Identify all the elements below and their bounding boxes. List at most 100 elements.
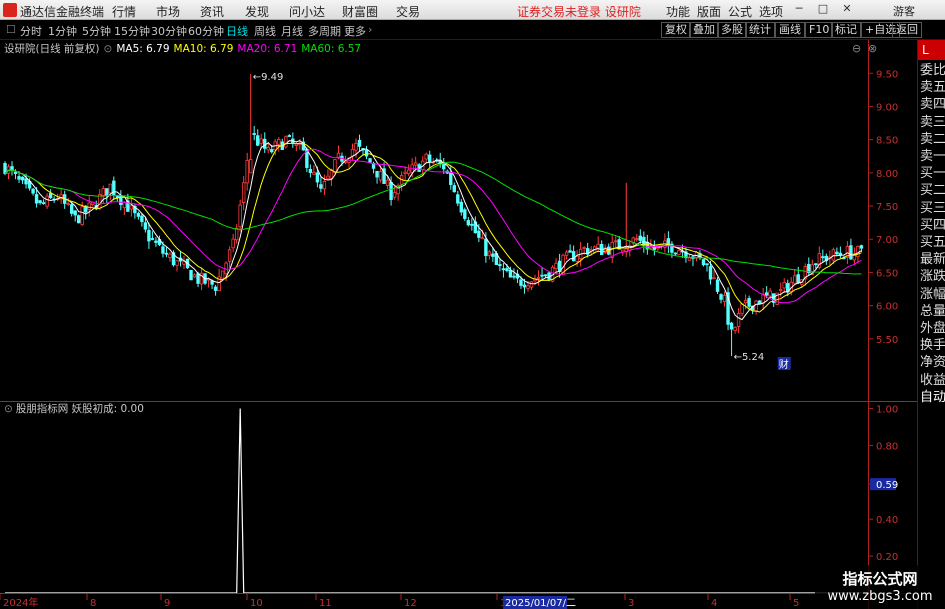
candle [722, 291, 727, 307]
mark-button[interactable]: 标记 [831, 22, 861, 38]
statistics-button[interactable]: 统计 [745, 22, 775, 38]
watermark-url: www.zbgs3.com [827, 589, 933, 604]
settings-icon[interactable]: ⊙ [104, 43, 113, 55]
adjust-button[interactable]: 复权 [661, 22, 691, 38]
candle [217, 269, 221, 292]
panel-item[interactable]: 总量 [920, 303, 945, 320]
panel-item[interactable]: 卖一 [920, 148, 945, 165]
date-axis-label: 4 [711, 598, 717, 609]
candle [122, 201, 127, 216]
chevron-right-icon[interactable]: › [368, 23, 372, 36]
period-multi[interactable]: 多周期 [308, 23, 341, 39]
svg-text:⊙股朋指标网 妖股初成: 0.00: ⊙ 股朋指标网 妖股初成: 0.00 [4, 402, 144, 415]
menu-layout[interactable]: 版面 [697, 3, 721, 20]
restore-icon[interactable]: □ [816, 2, 830, 16]
candle [807, 257, 811, 277]
candle [168, 251, 172, 262]
candle [48, 189, 53, 199]
app-name: 通达信金融终端 [20, 5, 105, 19]
ma10-line [4, 142, 862, 313]
panel-item[interactable]: 净资 [920, 354, 945, 371]
candle [10, 161, 14, 176]
panel-item[interactable]: 收益 [920, 372, 945, 389]
panel-item[interactable]: 自动 [920, 389, 945, 406]
user-label[interactable]: 游客 [893, 3, 915, 19]
candle [59, 187, 63, 204]
overlay-button[interactable]: 叠加 [689, 22, 719, 38]
extreme-price-label: ←5.24 [734, 352, 765, 363]
close-icon[interactable]: ✕ [840, 2, 854, 16]
candle [213, 284, 218, 296]
panel-item[interactable]: 最新 [920, 251, 945, 268]
menu-trade[interactable]: 交易 [396, 3, 420, 20]
period-daily[interactable]: 日线 [226, 23, 248, 39]
period-30min[interactable]: 30分钟 [151, 23, 187, 39]
multi-stock-button[interactable]: 多股 [717, 22, 747, 38]
candle [543, 274, 548, 278]
candle [736, 308, 741, 333]
period-60min[interactable]: 60分钟 [188, 23, 224, 39]
panel-item[interactable]: 买一 [920, 165, 945, 182]
period-monthly[interactable]: 月线 [281, 23, 303, 39]
candle [585, 242, 590, 258]
candle [192, 273, 197, 278]
panel-item[interactable]: 换手 [920, 337, 945, 354]
panel-item[interactable]: 买四 [920, 217, 945, 234]
menu-market-quotes[interactable]: 行情 [112, 3, 136, 20]
panel-item[interactable]: 外盘 [920, 320, 945, 337]
panel-item[interactable]: 卖二 [920, 131, 945, 148]
panel-item[interactable]: 卖三 [920, 114, 945, 131]
candle [424, 152, 428, 164]
menu-ask[interactable]: 问小达 [289, 3, 325, 20]
panel-item[interactable]: 涨幅 [920, 286, 945, 303]
candle [164, 247, 169, 258]
panel-item[interactable]: 委比 [920, 62, 945, 79]
ma-legend-ma20: MA20: 6.71 [237, 43, 297, 55]
stock-chart[interactable]: 9.50 9.00 8.50 8.00 7.50 7.00 6.50 6.00 5.50 1.00… [0, 40, 917, 609]
period-1min[interactable]: 1分钟 [48, 23, 77, 39]
panel-item[interactable]: 卖五 [920, 79, 945, 96]
panel-item[interactable]: 买五 [920, 234, 945, 251]
f10-button[interactable]: F10 [805, 22, 834, 38]
zoom-icon[interactable]: ⊖ [852, 42, 861, 55]
draw-line-button[interactable]: 画线 [775, 22, 805, 38]
period-tick[interactable]: 分时 [20, 23, 42, 39]
price-tick-label: 8.00 [876, 169, 898, 180]
period-more[interactable]: 更多 [344, 23, 366, 39]
finance-report-marker[interactable]: 财 [779, 358, 789, 371]
candle [248, 73, 253, 174]
candle [838, 246, 843, 259]
panel-header[interactable]: L [918, 40, 945, 60]
candle [754, 299, 758, 315]
menu-formula[interactable]: 公式 [728, 3, 752, 20]
back-button[interactable]: 返回 [892, 22, 922, 38]
login-notice[interactable]: 证券交易未登录 设研院 [517, 3, 641, 20]
checkbox-icon[interactable]: ☐ [6, 23, 16, 36]
panel-item[interactable]: 涨跌 [920, 268, 945, 285]
price-tick-label: 9.00 [876, 102, 898, 113]
menu-options[interactable]: 选项 [759, 3, 783, 20]
candle [452, 182, 456, 193]
period-weekly[interactable]: 周线 [254, 23, 276, 39]
menu-news[interactable]: 资讯 [200, 3, 224, 20]
date-axis-label: 2024年 [3, 596, 38, 609]
indicator-settings-icon[interactable]: ⊙ [4, 403, 13, 415]
close-chart-icon[interactable]: ⊗ [868, 42, 877, 55]
indicator-tick-label: 0.80 [876, 441, 898, 452]
menu-market[interactable]: 市场 [156, 3, 180, 20]
period-15min[interactable]: 15分钟 [114, 23, 150, 39]
candle [835, 247, 839, 256]
candle [291, 132, 295, 148]
candle [108, 183, 112, 201]
minimize-icon[interactable]: ─ [792, 2, 806, 16]
menu-functions[interactable]: 功能 [666, 3, 690, 20]
price-tick-label: 7.00 [876, 235, 898, 246]
candle [793, 268, 797, 284]
candle [803, 263, 807, 286]
panel-item[interactable]: 买二 [920, 182, 945, 199]
panel-item[interactable]: 买三 [920, 200, 945, 217]
menu-discover[interactable]: 发现 [245, 3, 269, 20]
menu-wealth-circle[interactable]: 财富圈 [342, 3, 378, 20]
period-5min[interactable]: 5分钟 [82, 23, 111, 39]
panel-item[interactable]: 卖四 [920, 96, 945, 113]
